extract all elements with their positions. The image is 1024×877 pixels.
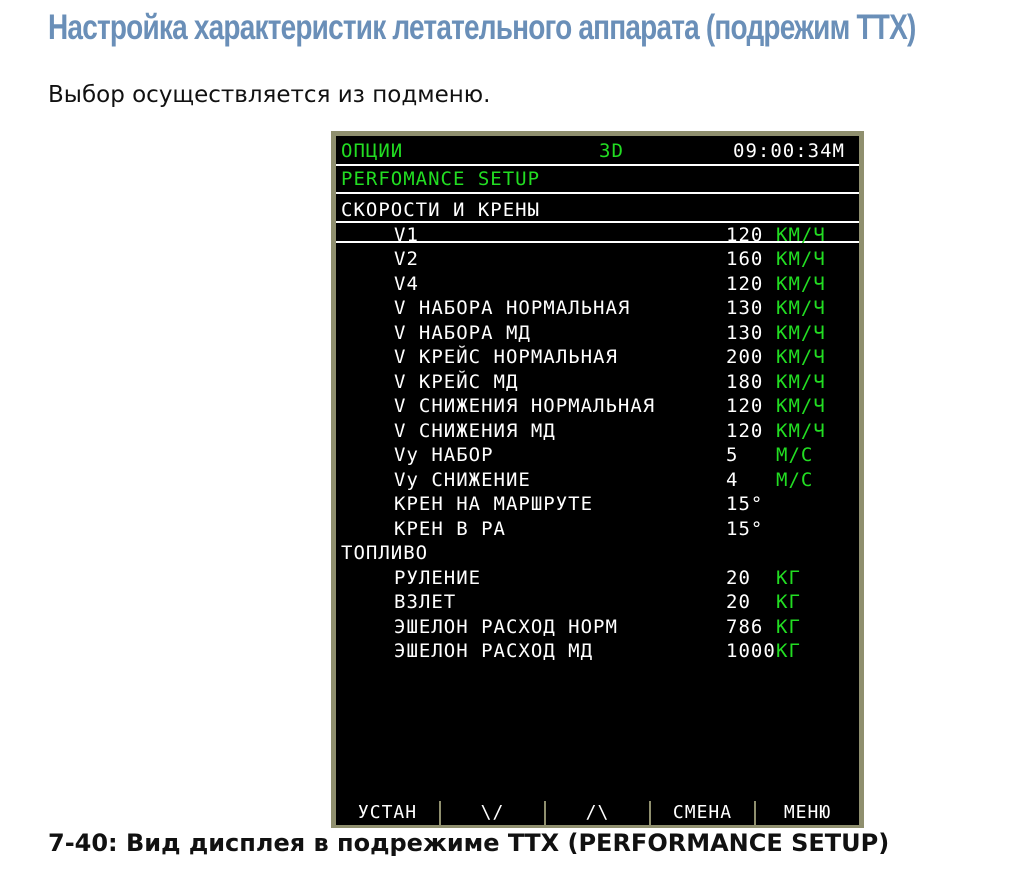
parameter-value: 120 — [726, 395, 764, 417]
page-title: PERFOMANCE SETUP — [341, 168, 541, 190]
softkey-bar: УСТАН \/ /\ СМЕНА МЕНЮ — [331, 801, 864, 828]
parameter-unit: КГ — [776, 566, 801, 589]
parameter-label: КРЕН НА МАРШРУТЕ — [394, 493, 594, 515]
parameter-label: ЭШЕЛОН РАСХОД МД — [394, 640, 594, 662]
parameter-label: V СНИЖЕНИЯ МД — [394, 419, 556, 442]
parameter-label: V2 — [394, 248, 419, 270]
softkey-down[interactable]: \/ — [441, 801, 544, 825]
intro-text: Выбор осуществляется из подменю. — [48, 82, 491, 108]
parameter-label: Vy СНИЖЕНИЕ — [394, 468, 531, 491]
parameter-row[interactable]: Vy СНИЖЕНИЕ 4 М/С — [336, 469, 859, 493]
status-bar: ОПЦИИ 3D 09:00:34M — [336, 138, 859, 166]
mfd-display: ОПЦИИ 3D 09:00:34M PERFOMANCE SETUP СКОР… — [331, 131, 864, 828]
title-divider — [336, 192, 859, 194]
options-label[interactable]: ОПЦИИ — [341, 140, 403, 162]
parameter-unit: КМ/Ч — [776, 321, 826, 344]
parameter-label: V1 — [394, 223, 419, 246]
parameter-label: Vy НАБОР — [394, 444, 494, 466]
parameter-row[interactable]: ЭШЕЛОН РАСХОД НОРМ 786 КГ — [336, 616, 859, 640]
parameter-value: 120 — [726, 419, 764, 442]
parameter-row[interactable]: Vy НАБОР 5 М/С — [336, 444, 859, 468]
parameter-value: 120 — [726, 272, 764, 295]
parameter-unit: М/С — [776, 444, 814, 466]
parameter-unit: КМ/Ч — [776, 248, 826, 270]
parameter-unit: КМ/Ч — [776, 223, 826, 246]
parameter-unit: КМ/Ч — [776, 272, 826, 295]
figure-caption: 7-40: Вид дисплея в подрежиме ТТХ (PERFO… — [48, 829, 890, 857]
parameter-value: 1000 — [726, 640, 776, 662]
mode-indicator: 3D — [599, 140, 624, 162]
parameter-label: V СНИЖЕНИЯ НОРМАЛЬНАЯ — [394, 395, 656, 417]
parameter-row[interactable]: ЭШЕЛОН РАСХОД МД 1000 КГ — [336, 640, 859, 664]
softkey-ustan[interactable]: УСТАН — [336, 801, 439, 825]
parameter-value: 120 — [726, 223, 764, 246]
parameter-value: 160 — [726, 248, 764, 270]
parameter-row[interactable]: V КРЕЙС МД 180 КМ/Ч — [336, 371, 859, 395]
parameter-row[interactable]: V КРЕЙС НОРМАЛЬНАЯ 200 КМ/Ч — [336, 346, 859, 370]
parameter-label: V КРЕЙС НОРМАЛЬНАЯ — [394, 346, 618, 368]
parameter-value: 4 — [726, 468, 739, 491]
document-heading: Настройка характеристик летательного апп… — [48, 8, 916, 47]
parameter-row[interactable]: V СНИЖЕНИЯ МД 120 КМ/Ч — [336, 420, 859, 444]
parameter-value: 15° — [726, 517, 764, 540]
section-title: СКОРОСТИ И КРЕНЫ — [341, 199, 541, 221]
section-title: ТОПЛИВО — [341, 542, 429, 564]
parameter-unit: КГ — [776, 591, 801, 613]
parameter-label: РУЛЕНИЕ — [394, 566, 482, 589]
parameter-value: 200 — [726, 346, 764, 368]
parameter-row[interactable]: V4 120 КМ/Ч — [336, 273, 859, 297]
parameter-label: V КРЕЙС МД — [394, 370, 519, 393]
parameter-value: 180 — [726, 370, 764, 393]
parameter-unit: КМ/Ч — [776, 370, 826, 393]
parameter-unit: КГ — [776, 640, 801, 662]
parameter-row[interactable]: V СНИЖЕНИЯ НОРМАЛЬНАЯ 120 КМ/Ч — [336, 395, 859, 419]
parameter-row[interactable]: ВЗЛЕТ 20 КГ — [336, 591, 859, 615]
parameter-value: 786 — [726, 615, 764, 638]
parameter-value: 130 — [726, 321, 764, 344]
parameter-value: 5 — [726, 444, 739, 466]
parameter-row[interactable]: V НАБОРА МД 130 КМ/Ч — [336, 322, 859, 346]
parameter-value: 20 — [726, 591, 751, 613]
softkey-menu[interactable]: МЕНЮ — [756, 801, 859, 825]
parameter-unit: КГ — [776, 615, 801, 638]
parameter-unit: КМ/Ч — [776, 346, 826, 368]
parameter-label: V НАБОРА НОРМАЛЬНАЯ — [394, 297, 631, 319]
parameter-unit: КМ/Ч — [776, 395, 826, 417]
parameter-row[interactable]: V НАБОРА НОРМАЛЬНАЯ 130 КМ/Ч — [336, 297, 859, 321]
parameter-unit: М/С — [776, 468, 814, 491]
parameter-label: V НАБОРА МД — [394, 321, 531, 344]
parameter-label: ЭШЕЛОН РАСХОД НОРМ — [394, 615, 618, 638]
parameter-label: КРЕН В РА — [394, 517, 506, 540]
parameter-label: V4 — [394, 272, 419, 295]
parameter-unit: КМ/Ч — [776, 297, 826, 319]
clock-readout: 09:00:34M — [733, 140, 845, 162]
parameter-unit: КМ/Ч — [776, 419, 826, 442]
parameter-value: 15° — [726, 493, 764, 515]
softkey-up[interactable]: /\ — [546, 801, 649, 825]
parameter-row[interactable]: КРЕН В РА 15° — [336, 518, 859, 542]
parameter-row[interactable]: V1 120 КМ/Ч — [336, 224, 859, 248]
parameter-label: ВЗЛЕТ — [394, 591, 457, 613]
parameter-row[interactable]: РУЛЕНИЕ 20 КГ — [336, 567, 859, 591]
softkey-smena[interactable]: СМЕНА — [651, 801, 754, 825]
parameter-value: 20 — [726, 566, 751, 589]
parameter-value: 130 — [726, 297, 764, 319]
parameter-row[interactable]: КРЕН НА МАРШРУТЕ 15° — [336, 493, 859, 517]
parameter-row[interactable]: V2 160 КМ/Ч — [336, 248, 859, 272]
